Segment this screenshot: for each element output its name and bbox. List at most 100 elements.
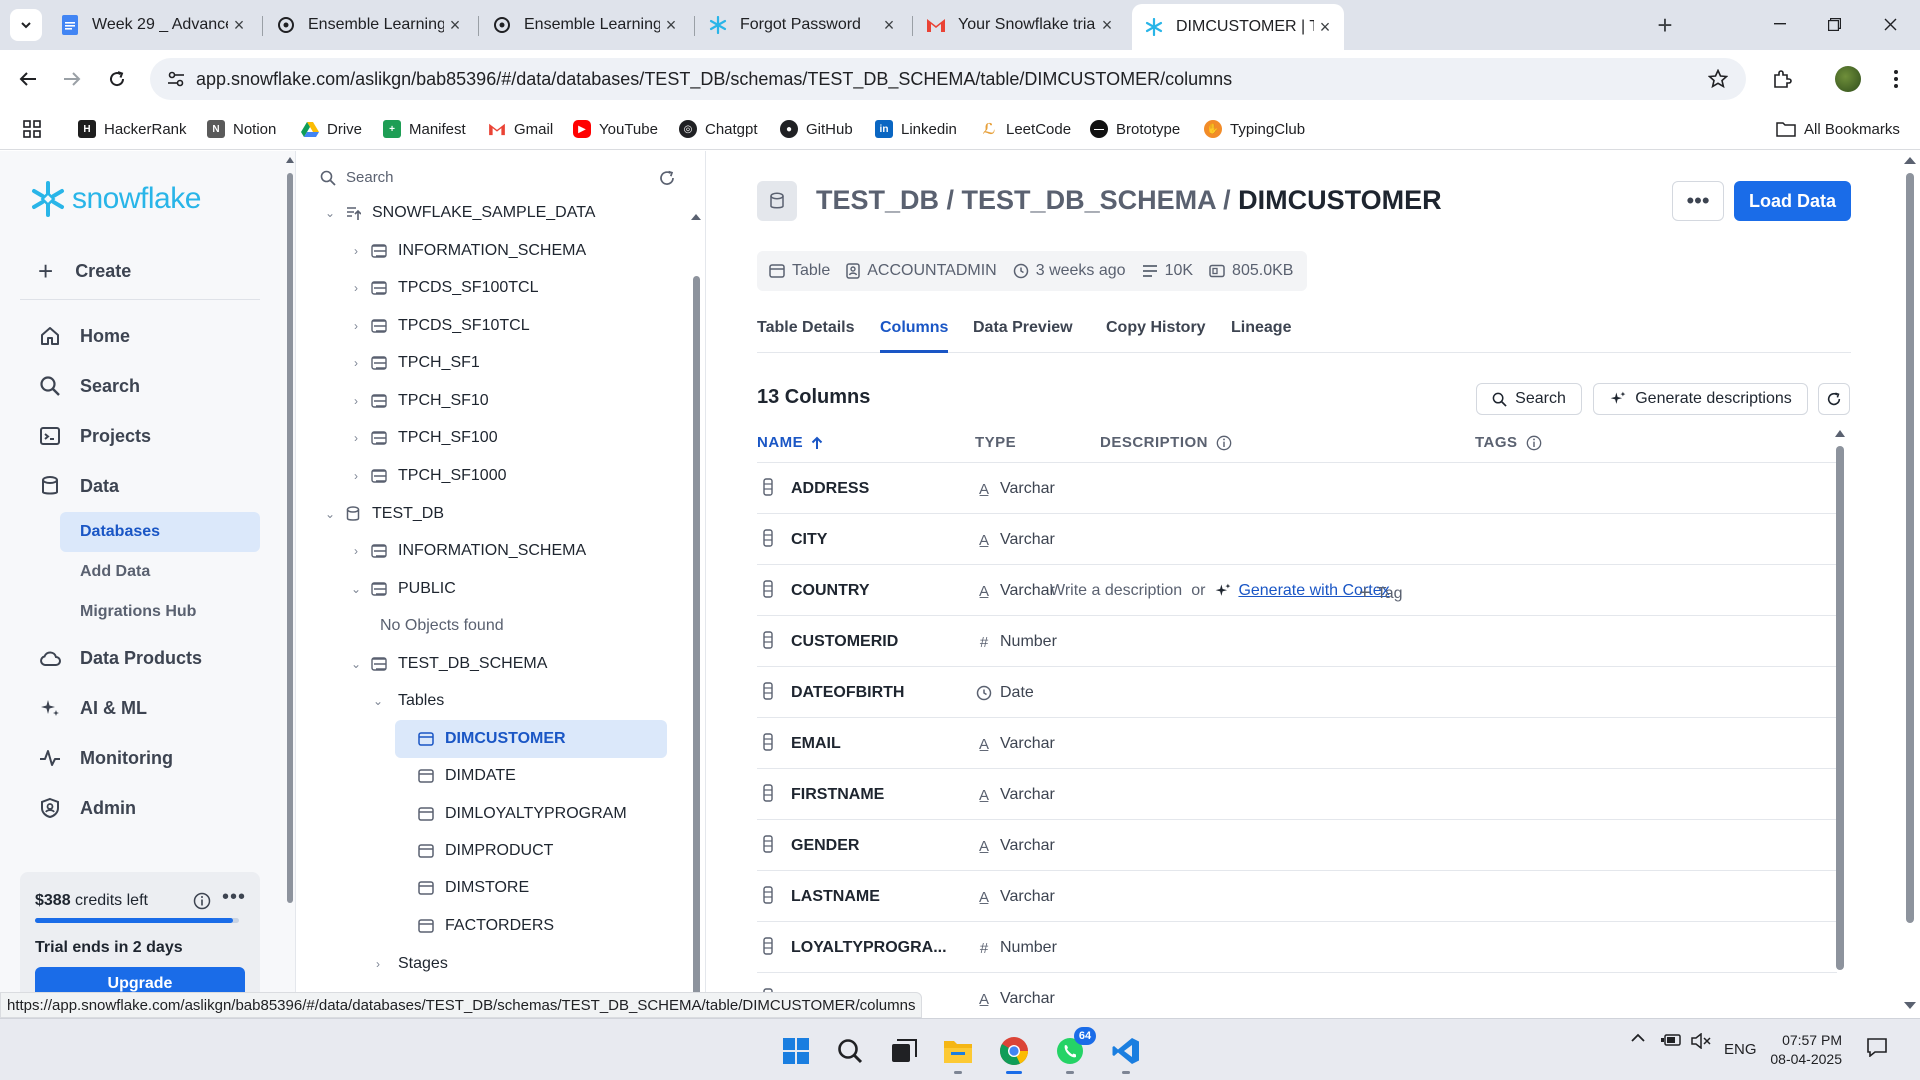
nav-item-search[interactable]: Search (38, 374, 140, 398)
tree-node-database[interactable]: ⌄ TEST_DB (322, 499, 444, 529)
chevron-right-icon[interactable]: › (348, 393, 364, 409)
info-icon[interactable] (1216, 435, 1232, 451)
chevron-right-icon[interactable]: › (348, 355, 364, 371)
close-icon[interactable]: × (878, 14, 900, 36)
nav-item-projects[interactable]: Projects (38, 424, 151, 448)
tree-node-table[interactable]: DIMLOYALTYPROGRAM (417, 799, 627, 829)
notifications-button[interactable] (1866, 1037, 1888, 1057)
more-options-icon[interactable]: ••• (222, 886, 246, 909)
table-row[interactable]: EMAIL A̲ Varchar (757, 717, 1837, 768)
bookmark-hackerrank[interactable]: H HackerRank (78, 118, 187, 140)
nav-item-monitoring[interactable]: Monitoring (38, 746, 173, 770)
tree-node-table[interactable]: FACTORDERS (417, 911, 554, 941)
bookmark-chatgpt[interactable]: ◎ Chatgpt (679, 118, 758, 140)
table-row[interactable]: CUSTOMERID # Number (757, 615, 1837, 666)
breadcrumb-database[interactable]: TEST_DB (816, 185, 939, 215)
refresh-columns-button[interactable] (1818, 383, 1850, 415)
bookmark-leetcode[interactable]: ℒ LeetCode (980, 118, 1072, 140)
browser-tab[interactable]: Week 29 _ Advanced Algor × (48, 8, 258, 42)
nav-item-data[interactable]: Data (38, 474, 119, 498)
chevron-down-icon[interactable]: ⌄ (322, 506, 338, 522)
forward-button[interactable] (56, 63, 88, 95)
battery-icon[interactable] (1660, 1033, 1682, 1047)
speaker-muted-icon[interactable] (1690, 1033, 1712, 1049)
columns-search-button[interactable]: Search (1476, 383, 1582, 415)
chevron-down-icon[interactable]: ⌄ (348, 581, 364, 597)
breadcrumb-schema[interactable]: TEST_DB_SCHEMA (962, 185, 1216, 215)
bookmark-notion[interactable]: N Notion (207, 118, 276, 140)
whatsapp-icon[interactable]: 64 (1050, 1027, 1096, 1074)
tree-node-schema[interactable]: › INFORMATION_SCHEMA (348, 536, 586, 566)
browser-menu-button[interactable] (1880, 63, 1912, 95)
table-row[interactable]: FIRSTNAME A̲ Varchar (757, 768, 1837, 819)
table-row[interactable]: DATEOFBIRTH Date (757, 666, 1837, 717)
chevron-right-icon[interactable]: › (370, 956, 386, 972)
close-icon[interactable]: × (228, 14, 250, 36)
table-row-hovered[interactable]: COUNTRY A̲ Varchar Write a description or… (757, 564, 1837, 615)
column-header-tags[interactable]: TAGS (1475, 434, 1542, 451)
bookmark-linkedin[interactable]: in Linkedin (875, 118, 957, 140)
bookmark-manifest[interactable]: + Manifest (383, 118, 466, 140)
new-tab-button[interactable]: + (1650, 10, 1680, 40)
tree-node-table[interactable]: DIMDATE (417, 761, 516, 791)
bookmark-star-icon[interactable] (1698, 69, 1738, 89)
more-actions-button[interactable]: ••• (1672, 181, 1724, 221)
add-tag-button[interactable]: + Tag (1359, 582, 1402, 605)
tree-node-tables-folder[interactable]: ⌄ Tables (370, 686, 444, 716)
address-bar[interactable]: app.snowflake.com/aslikgn/bab85396/#/dat… (150, 58, 1746, 100)
snowflake-logo[interactable]: snowflake (28, 179, 201, 219)
minimize-button[interactable] (1760, 6, 1800, 42)
nav-item-home[interactable]: Home (38, 324, 130, 348)
vscode-icon[interactable] (1106, 1031, 1146, 1074)
chevron-down-icon[interactable]: ⌄ (322, 205, 338, 221)
tree-node-schema[interactable]: › INFORMATION_SCHEMA (348, 236, 586, 266)
write-description-link[interactable]: Write a description (1050, 582, 1182, 600)
tree-node-schema[interactable]: › TPCDS_SF100TCL (348, 273, 539, 303)
chevron-right-icon[interactable]: › (348, 280, 364, 296)
tab-columns[interactable]: Columns (880, 313, 949, 353)
browser-tab[interactable]: Forgot Password × (696, 8, 908, 42)
windows-start-icon[interactable] (776, 1031, 816, 1071)
bookmark-brototype[interactable]: — Brototype (1090, 118, 1180, 140)
chevron-right-icon[interactable]: › (348, 543, 364, 559)
url-text[interactable]: app.snowflake.com/aslikgn/bab85396/#/dat… (196, 69, 1698, 90)
tab-data-preview[interactable]: Data Preview (973, 313, 1073, 353)
apps-button[interactable] (22, 118, 42, 140)
show-hidden-icons-button[interactable] (1630, 1033, 1646, 1043)
tree-node-schema[interactable]: ⌄ TEST_DB_SCHEMA (348, 649, 547, 679)
table-row[interactable]: CITY A̲ Varchar (757, 513, 1837, 564)
chevron-down-icon[interactable]: ⌄ (348, 656, 364, 672)
nav-item-data-products[interactable]: Data Products (38, 646, 202, 670)
bookmark-gmail[interactable]: Gmail (488, 118, 553, 140)
columns-scrollbar[interactable] (1834, 430, 1846, 970)
chevron-right-icon[interactable]: › (348, 430, 364, 446)
info-icon[interactable] (193, 892, 211, 910)
tree-node-table[interactable]: DIMSTORE (417, 873, 529, 903)
nav-sub-add-data[interactable]: Add Data (60, 552, 260, 592)
nav-sub-databases[interactable]: Databases (60, 512, 260, 552)
bookmark-typingclub[interactable]: ✋ TypingClub (1204, 118, 1305, 140)
load-data-button[interactable]: Load Data (1734, 181, 1851, 221)
chrome-icon[interactable] (994, 1031, 1034, 1074)
column-header-type[interactable]: TYPE (975, 434, 1016, 451)
task-view-icon[interactable] (884, 1031, 924, 1071)
tree-node-table[interactable]: DIMPRODUCT (417, 836, 553, 866)
create-button[interactable]: + Create (38, 256, 131, 287)
refresh-icon[interactable] (658, 169, 676, 187)
close-icon[interactable]: × (444, 14, 466, 36)
tree-node-schema[interactable]: ⌄ PUBLIC (348, 574, 456, 604)
tree-scrollbar[interactable] (689, 210, 703, 1000)
site-settings-icon[interactable] (156, 71, 196, 87)
nav-item-ai-ml[interactable]: AI & ML (38, 696, 147, 720)
tree-node-schema[interactable]: › TPCH_SF1000 (348, 461, 507, 491)
browser-tab[interactable]: Ensemble Learning Overvie × (264, 8, 474, 42)
generate-descriptions-button[interactable]: Generate descriptions (1593, 383, 1808, 415)
extensions-button[interactable] (1766, 63, 1798, 95)
nav-sub-migrations-hub[interactable]: Migrations Hub (60, 592, 260, 632)
chevron-right-icon[interactable]: › (348, 243, 364, 259)
browser-tab[interactable]: Your Snowflake trial is endi × (914, 8, 1126, 42)
tree-node-table-selected[interactable]: DIMCUSTOMER (395, 720, 667, 758)
column-header-description[interactable]: DESCRIPTION (1100, 434, 1232, 451)
tab-copy-history[interactable]: Copy History (1106, 313, 1206, 353)
file-explorer-icon[interactable] (938, 1031, 978, 1074)
